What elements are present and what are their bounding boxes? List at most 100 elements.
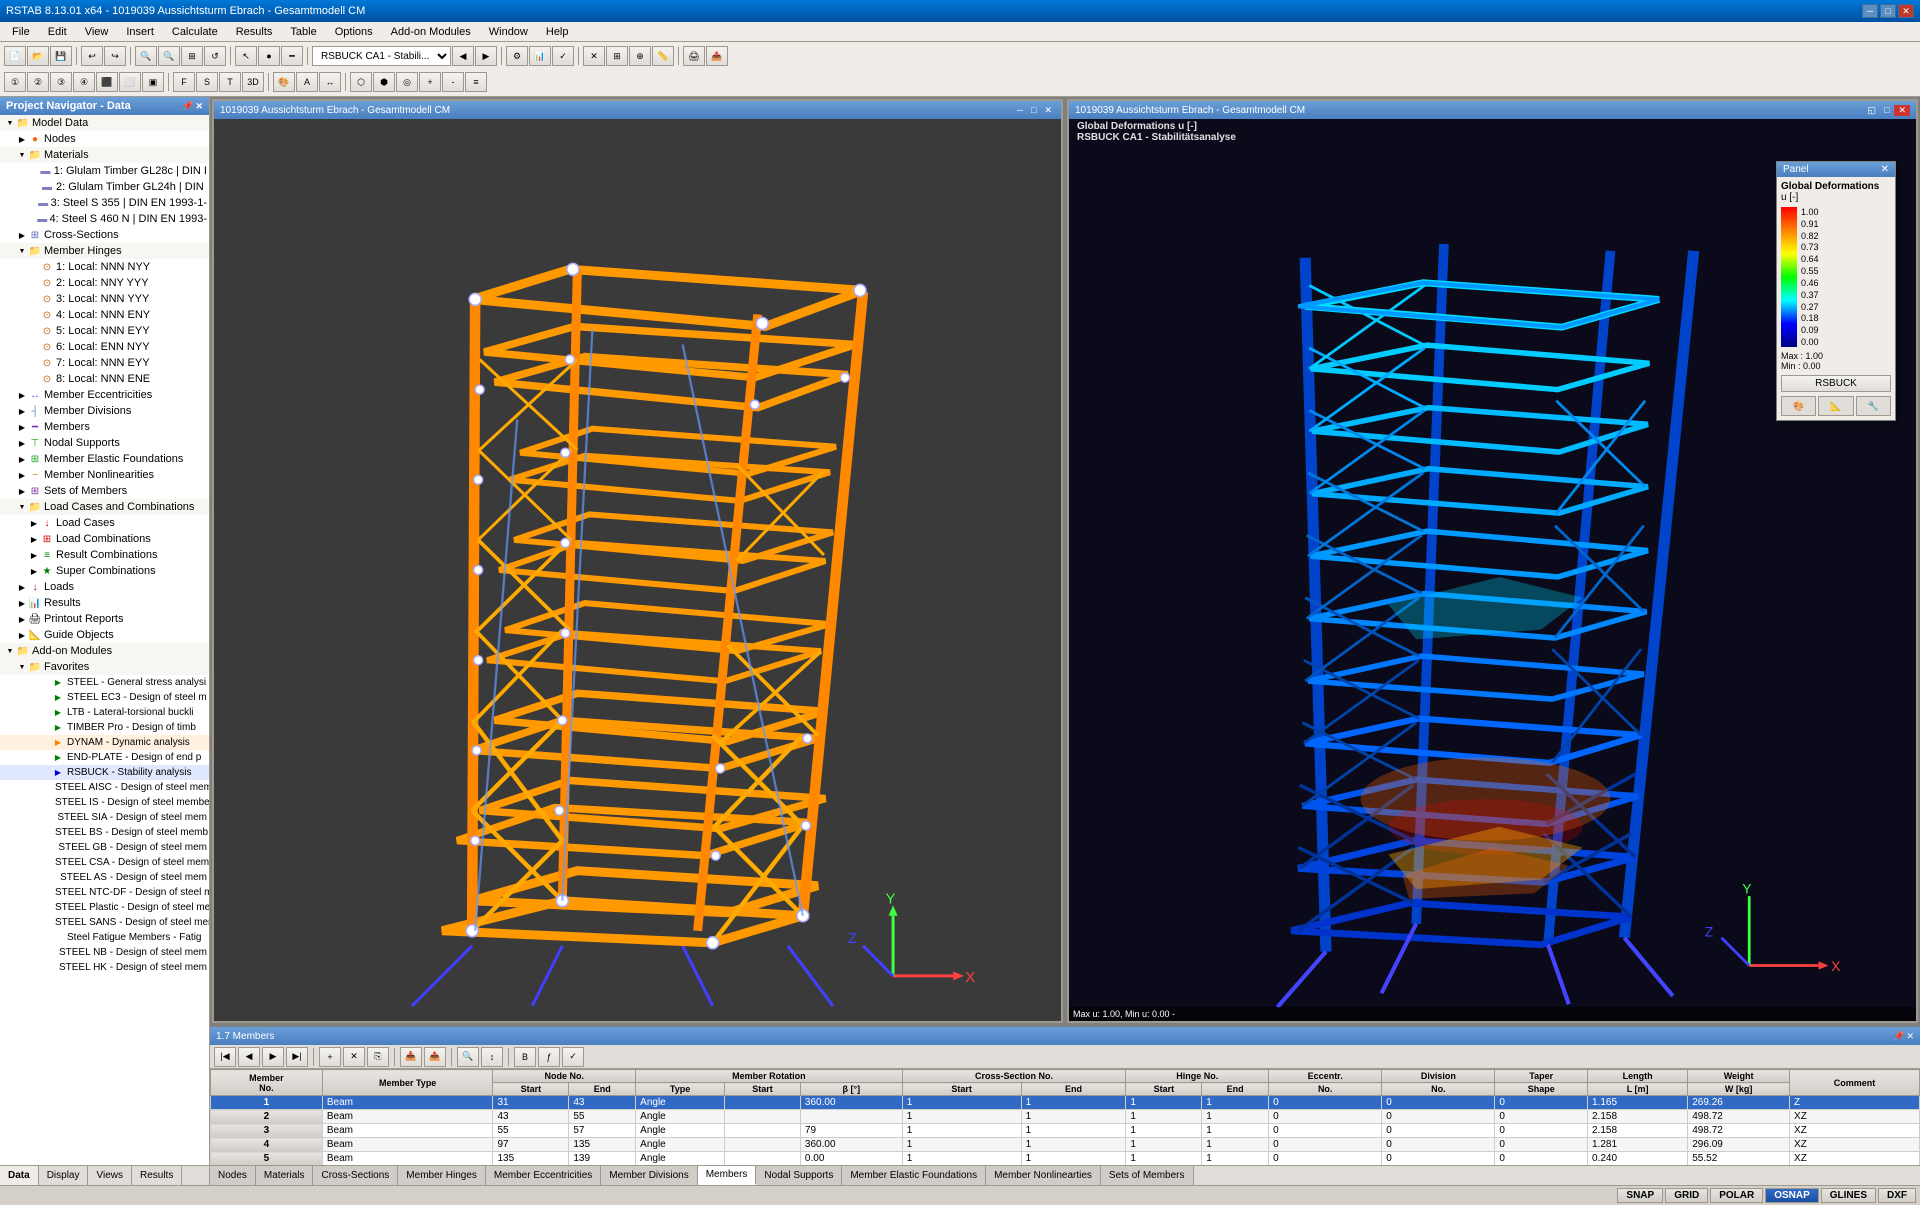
tab-elastic-found[interactable]: Member Elastic Foundations xyxy=(842,1166,986,1185)
tb-side[interactable]: S xyxy=(196,72,218,92)
tree-members[interactable]: ▶ ━ Members xyxy=(0,419,209,435)
tree-mat1[interactable]: ▬ 1: Glulam Timber GL28c | DIN I xyxy=(0,163,209,179)
tree-model-data[interactable]: 📁 Model Data xyxy=(0,115,209,131)
tb-color[interactable]: 🎨 xyxy=(273,72,295,92)
tb-x[interactable]: ✕ xyxy=(583,46,605,66)
fav-steel-general[interactable]: ▶ STEEL - General stress analysi xyxy=(0,675,209,690)
menu-addons[interactable]: Add-on Modules xyxy=(383,24,479,40)
status-grid[interactable]: GRID xyxy=(1665,1188,1708,1203)
fav-steel-is[interactable]: STEEL IS - Design of steel member xyxy=(0,795,209,810)
status-glines[interactable]: GLINES xyxy=(1821,1188,1876,1203)
tb-node[interactable]: ● xyxy=(258,46,280,66)
tree-load-cases[interactable]: 📁 Load Cases and Combinations xyxy=(0,499,209,515)
tb-zoom-all[interactable]: ⊞ xyxy=(181,46,203,66)
fav-steel-bs[interactable]: STEEL BS - Design of steel memb xyxy=(0,825,209,840)
tb-front[interactable]: F xyxy=(173,72,195,92)
fav-steel-plastic[interactable]: STEEL Plastic - Design of steel mem xyxy=(0,900,209,915)
tb-view2[interactable]: ② xyxy=(27,72,49,92)
tb-grid[interactable]: ⊞ xyxy=(606,46,628,66)
fav-steel-sans[interactable]: STEEL SANS - Design of steel mem xyxy=(0,915,209,930)
tab-eccentricities[interactable]: Member Eccentricities xyxy=(486,1166,601,1185)
tree-result-comb[interactable]: ▶ ≡ Result Combinations xyxy=(0,547,209,563)
tree-mat4[interactable]: ▬ 4: Steel S 460 N | DIN EN 1993- xyxy=(0,211,209,227)
tree-eccentricities[interactable]: ▶ ↔ Member Eccentricities xyxy=(0,387,209,403)
tb-display-wire[interactable]: ⬜ xyxy=(119,72,141,92)
fav-steel-fatigue[interactable]: Steel Fatigue Members - Fatig xyxy=(0,930,209,945)
tb-iso[interactable]: 3D xyxy=(242,72,264,92)
fav-steel-aisc[interactable]: STEEL AISC - Design of steel mem xyxy=(0,780,209,795)
tb-prev[interactable]: ◀ xyxy=(452,46,474,66)
tb-new[interactable]: 📄 xyxy=(4,46,26,66)
tree-hinge5[interactable]: ⊙ 5: Local: NNN EYY xyxy=(0,323,209,339)
tb-zoom-in[interactable]: 🔍 xyxy=(135,46,157,66)
nav-pin[interactable]: 📌 xyxy=(182,101,193,112)
table-row[interactable]: 3 Beam 55 57 Angle 79 1 1 1 1 0 xyxy=(211,1124,1920,1138)
tb-view3[interactable]: ③ xyxy=(50,72,72,92)
tbl-sort[interactable]: ↕ xyxy=(481,1047,503,1067)
menu-file[interactable]: File xyxy=(4,24,38,40)
fav-ltb[interactable]: ▶ LTB - Lateral-torsional buckli xyxy=(0,705,209,720)
tb-dim[interactable]: ↔ xyxy=(319,72,341,92)
tb-more1[interactable]: + xyxy=(419,72,441,92)
view-right-restore[interactable]: ◱ xyxy=(1865,105,1880,116)
tab-cross-sections[interactable]: Cross-Sections xyxy=(313,1166,398,1185)
tree-nodal-supports[interactable]: ▶ ⊤ Nodal Supports xyxy=(0,435,209,451)
close-btn[interactable]: ✕ xyxy=(1898,4,1914,18)
menu-help[interactable]: Help xyxy=(538,24,577,40)
tree-mat3[interactable]: ▬ 3: Steel S 355 | DIN EN 1993-1- xyxy=(0,195,209,211)
tree-hinge7[interactable]: ⊙ 7: Local: NNN EYY xyxy=(0,355,209,371)
table-row[interactable]: 5 Beam 135 139 Angle 0.00 1 1 1 1 0 xyxy=(211,1152,1920,1166)
tb-zoom-out[interactable]: 🔍 xyxy=(158,46,180,66)
fav-steel-ec3[interactable]: ▶ STEEL EC3 - Design of steel m xyxy=(0,690,209,705)
tb-view4[interactable]: ④ xyxy=(73,72,95,92)
fav-steel-as[interactable]: STEEL AS - Design of steel mem xyxy=(0,870,209,885)
fav-steel-sia[interactable]: STEEL SIA - Design of steel mem xyxy=(0,810,209,825)
tb-display-solid[interactable]: ▣ xyxy=(142,72,164,92)
view-left-canvas[interactable]: X Y Z xyxy=(214,119,1061,1021)
nav-tab-display[interactable]: Display xyxy=(39,1166,89,1185)
tbl-next[interactable]: ▶ xyxy=(262,1047,284,1067)
fav-steel-csa[interactable]: STEEL CSA - Design of steel memb xyxy=(0,855,209,870)
fav-rsbuck[interactable]: ▶ RSBUCK - Stability analysis xyxy=(0,765,209,780)
rsbuck-button[interactable]: RSBUCK xyxy=(1781,375,1891,392)
tb-undo[interactable]: ↩ xyxy=(81,46,103,66)
tbl-first[interactable]: |◀ xyxy=(214,1047,236,1067)
menu-view[interactable]: View xyxy=(77,24,117,40)
menu-options[interactable]: Options xyxy=(327,24,381,40)
status-polar[interactable]: POLAR xyxy=(1710,1188,1763,1203)
nav-tab-data[interactable]: Data xyxy=(0,1166,39,1185)
view-left-close[interactable]: ✕ xyxy=(1041,105,1055,116)
table-close[interactable]: ✕ xyxy=(1906,1031,1914,1042)
tb-section2[interactable]: ⬢ xyxy=(373,72,395,92)
fav-steel-ntc[interactable]: STEEL NTC-DF - Design of steel m xyxy=(0,885,209,900)
fav-endplate[interactable]: ▶ END-PLATE - Design of end p xyxy=(0,750,209,765)
menu-table[interactable]: Table xyxy=(282,24,324,40)
tree-divisions[interactable]: ▶ ┤ Member Divisions xyxy=(0,403,209,419)
tbl-filter[interactable]: 🔍 xyxy=(457,1047,479,1067)
tbl-export[interactable]: 📤 xyxy=(424,1047,446,1067)
tree-printout[interactable]: ▶ 🖨 Printout Reports xyxy=(0,611,209,627)
tree-super-comb[interactable]: ▶ ★ Super Combinations xyxy=(0,563,209,579)
tbl-check[interactable]: ✓ xyxy=(562,1047,584,1067)
tb-member[interactable]: ━ xyxy=(281,46,303,66)
table-pin[interactable]: 📌 xyxy=(1893,1031,1904,1042)
fav-steel-gb[interactable]: STEEL GB - Design of steel mem xyxy=(0,840,209,855)
tab-nonlinear[interactable]: Member Nonlinearties xyxy=(986,1166,1101,1185)
tbl-formula[interactable]: ƒ xyxy=(538,1047,560,1067)
fav-dynam[interactable]: ▶ DYNAM - Dynamic analysis xyxy=(0,735,209,750)
tb-redo[interactable]: ↪ xyxy=(104,46,126,66)
tb-check[interactable]: ✓ xyxy=(552,46,574,66)
tab-sets-members[interactable]: Sets of Members xyxy=(1101,1166,1194,1185)
tree-nodes[interactable]: ▶ ● Nodes xyxy=(0,131,209,147)
tb-display-model[interactable]: ⬛ xyxy=(96,72,118,92)
tree-mat2[interactable]: ▬ 2: Glulam Timber GL24h | DIN xyxy=(0,179,209,195)
status-osnap[interactable]: OSNAP xyxy=(1765,1188,1819,1203)
menu-calculate[interactable]: Calculate xyxy=(164,24,226,40)
tree-hinges[interactable]: 📁 Member Hinges xyxy=(0,243,209,259)
tree-results[interactable]: ▶ 📊 Results xyxy=(0,595,209,611)
view-left-min[interactable]: ─ xyxy=(1014,105,1026,116)
minimize-btn[interactable]: ─ xyxy=(1862,4,1878,18)
tbl-copy[interactable]: ⎘ xyxy=(367,1047,389,1067)
tb-label[interactable]: A xyxy=(296,72,318,92)
tab-nodes[interactable]: Nodes xyxy=(210,1166,256,1185)
